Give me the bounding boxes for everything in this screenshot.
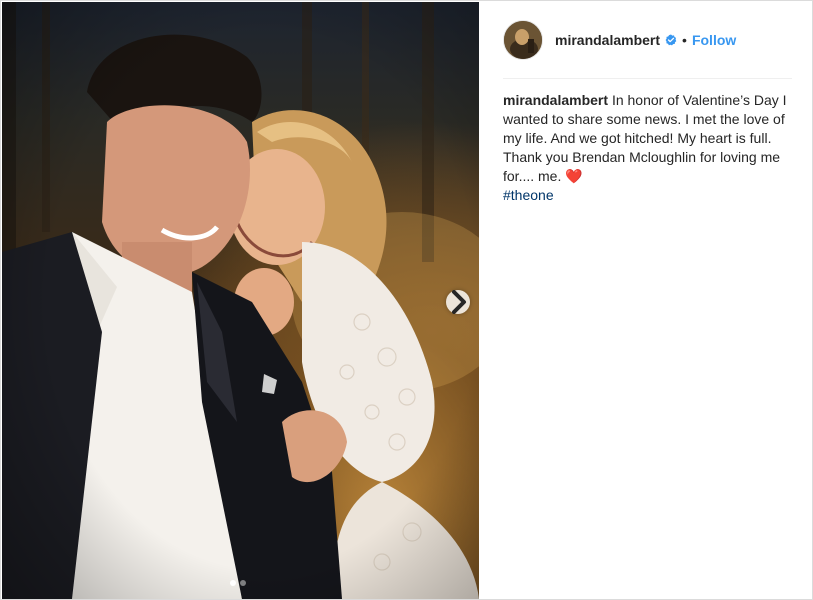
avatar[interactable] [503,20,543,60]
header-separator: • [682,32,687,48]
avatar-image [504,21,542,59]
verified-badge-icon [665,34,677,46]
carousel-dot-2 [240,580,246,586]
photo-illustration [2,2,479,599]
carousel-indicator [230,580,246,586]
post-sidebar: mirandalambert • Follow mirandalambert I… [480,2,812,599]
post-photo[interactable] [2,2,479,599]
post-username[interactable]: mirandalambert [555,32,660,48]
follow-button[interactable]: Follow [692,32,736,48]
post-modal: mirandalambert • Follow mirandalambert I… [0,0,813,600]
post-header: mirandalambert • Follow [503,18,793,62]
caption-username[interactable]: mirandalambert [503,92,608,108]
post-caption: mirandalambert In honor of Valentine’s D… [503,91,793,205]
caption-hashtag[interactable]: #theone [503,186,793,205]
chevron-right-icon [452,290,466,314]
carousel-dot-1 [230,580,236,586]
heart-emoji: ❤️ [565,168,583,184]
carousel-next-button[interactable] [446,290,470,314]
header-divider [503,78,792,79]
